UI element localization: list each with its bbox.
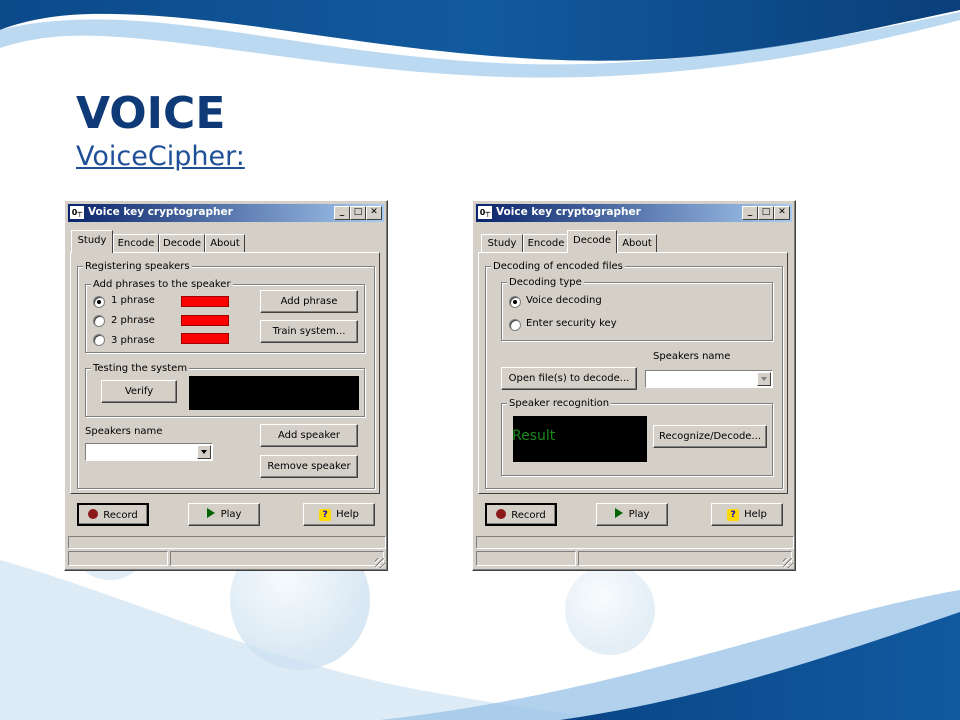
progress-bar bbox=[68, 536, 386, 549]
maximize-button[interactable]: □ bbox=[350, 206, 366, 220]
tab-study[interactable]: Study bbox=[481, 234, 523, 252]
phrase-3-indicator bbox=[181, 333, 229, 344]
speakers-name-label: Speakers name bbox=[85, 426, 163, 437]
record-button[interactable]: Record bbox=[485, 503, 557, 526]
record-label: Record bbox=[511, 510, 546, 521]
minimize-button[interactable]: _ bbox=[742, 206, 758, 220]
status-pane-1 bbox=[476, 551, 576, 566]
record-icon bbox=[496, 509, 507, 519]
record-button[interactable]: Record bbox=[77, 503, 149, 526]
help-icon: ? bbox=[727, 509, 740, 521]
phrase-3-radio[interactable] bbox=[93, 334, 105, 346]
add-speaker-button[interactable]: Add speaker bbox=[260, 424, 358, 447]
phrase-1-indicator bbox=[181, 296, 229, 307]
group-label: Add phrases to the speaker bbox=[91, 279, 233, 290]
group-label: Testing the system bbox=[91, 363, 190, 374]
phrase-1-label: 1 phrase bbox=[111, 295, 155, 306]
decoding-type-group: Decoding type bbox=[501, 277, 773, 341]
voice-decoding-label: Voice decoding bbox=[526, 295, 602, 306]
group-label: Decoding of encoded files bbox=[491, 261, 625, 272]
tab-decode[interactable]: Decode bbox=[159, 234, 205, 252]
group-label: Registering speakers bbox=[83, 261, 192, 272]
tab-about[interactable]: About bbox=[617, 234, 657, 252]
window-decode: 0┬ Voice key cryptographer _ □ ✕ Study E… bbox=[472, 200, 796, 571]
tab-encode[interactable]: Encode bbox=[523, 234, 569, 252]
progress-bar bbox=[476, 536, 794, 549]
window-title: Voice key cryptographer bbox=[496, 206, 641, 218]
close-button[interactable]: ✕ bbox=[774, 206, 790, 220]
help-button[interactable]: ? Help bbox=[303, 503, 375, 526]
slide-subtitle: VoiceCipher: bbox=[76, 141, 245, 172]
play-icon bbox=[614, 508, 623, 518]
status-pane-2 bbox=[170, 551, 384, 566]
verify-button[interactable]: Verify bbox=[101, 380, 177, 403]
chevron-down-icon[interactable] bbox=[197, 445, 211, 459]
window-study: 0┬ Voice key cryptographer _ □ ✕ Study E… bbox=[64, 200, 388, 571]
window-title: Voice key cryptographer bbox=[88, 206, 233, 218]
tab-decode[interactable]: Decode bbox=[567, 230, 617, 253]
record-icon bbox=[88, 509, 99, 519]
add-phrase-button[interactable]: Add phrase bbox=[260, 290, 358, 313]
security-key-radio[interactable] bbox=[509, 319, 521, 331]
bottom-toolbar: Record Play ? Help bbox=[478, 499, 788, 531]
phrase-1-radio[interactable] bbox=[93, 296, 105, 308]
slide-title: VOICE bbox=[76, 88, 226, 139]
status-pane-1 bbox=[68, 551, 168, 566]
phrase-2-radio[interactable] bbox=[93, 315, 105, 327]
help-icon: ? bbox=[319, 509, 332, 521]
maximize-button[interactable]: □ bbox=[758, 206, 774, 220]
help-label: Help bbox=[336, 509, 359, 520]
status-pane-2 bbox=[578, 551, 792, 566]
result-text: Result bbox=[512, 428, 556, 444]
phrase-2-label: 2 phrase bbox=[111, 315, 155, 326]
remove-speaker-button[interactable]: Remove speaker bbox=[260, 455, 358, 478]
title-bar[interactable]: 0┬ Voice key cryptographer _ □ ✕ bbox=[68, 204, 384, 222]
key-icon[interactable]: 0┬ bbox=[478, 206, 492, 219]
help-button[interactable]: ? Help bbox=[711, 503, 783, 526]
play-label: Play bbox=[628, 509, 650, 520]
key-icon[interactable]: 0┬ bbox=[70, 206, 84, 219]
open-files-button[interactable]: Open file(s) to decode... bbox=[501, 367, 637, 390]
result-display: Result bbox=[512, 416, 647, 462]
title-bar[interactable]: 0┬ Voice key cryptographer _ □ ✕ bbox=[476, 204, 792, 222]
play-button[interactable]: Play bbox=[596, 503, 668, 526]
close-button[interactable]: ✕ bbox=[366, 206, 382, 220]
chevron-down-icon[interactable] bbox=[757, 372, 771, 386]
play-label: Play bbox=[220, 509, 242, 520]
speakers-name-label: Speakers name bbox=[653, 351, 731, 362]
recognize-decode-button[interactable]: Recognize/Decode... bbox=[653, 425, 767, 448]
speakers-name-combo[interactable] bbox=[85, 443, 213, 461]
phrase-3-label: 3 phrase bbox=[111, 335, 155, 346]
speakers-name-combo[interactable] bbox=[645, 370, 773, 388]
record-label: Record bbox=[103, 510, 138, 521]
group-label: Decoding type bbox=[507, 277, 584, 288]
resize-grip-icon[interactable] bbox=[783, 558, 793, 568]
help-label: Help bbox=[744, 509, 767, 520]
resize-grip-icon[interactable] bbox=[375, 558, 385, 568]
tab-encode[interactable]: Encode bbox=[113, 234, 159, 252]
play-icon bbox=[206, 508, 215, 518]
play-button[interactable]: Play bbox=[188, 503, 260, 526]
study-page: Registering speakers Add phrases to the … bbox=[70, 252, 380, 494]
bottom-toolbar: Record Play ? Help bbox=[70, 499, 380, 531]
decode-page: Decoding of encoded files Decoding type … bbox=[478, 252, 788, 494]
tab-about[interactable]: About bbox=[205, 234, 245, 252]
phrase-2-indicator bbox=[181, 315, 229, 326]
group-label: Speaker recognition bbox=[507, 398, 612, 409]
tab-study[interactable]: Study bbox=[71, 230, 113, 253]
voice-decoding-radio[interactable] bbox=[509, 296, 521, 308]
security-key-label: Enter security key bbox=[526, 318, 617, 329]
minimize-button[interactable]: _ bbox=[334, 206, 350, 220]
test-output-display bbox=[189, 376, 359, 410]
train-system-button[interactable]: Train system... bbox=[260, 320, 358, 343]
